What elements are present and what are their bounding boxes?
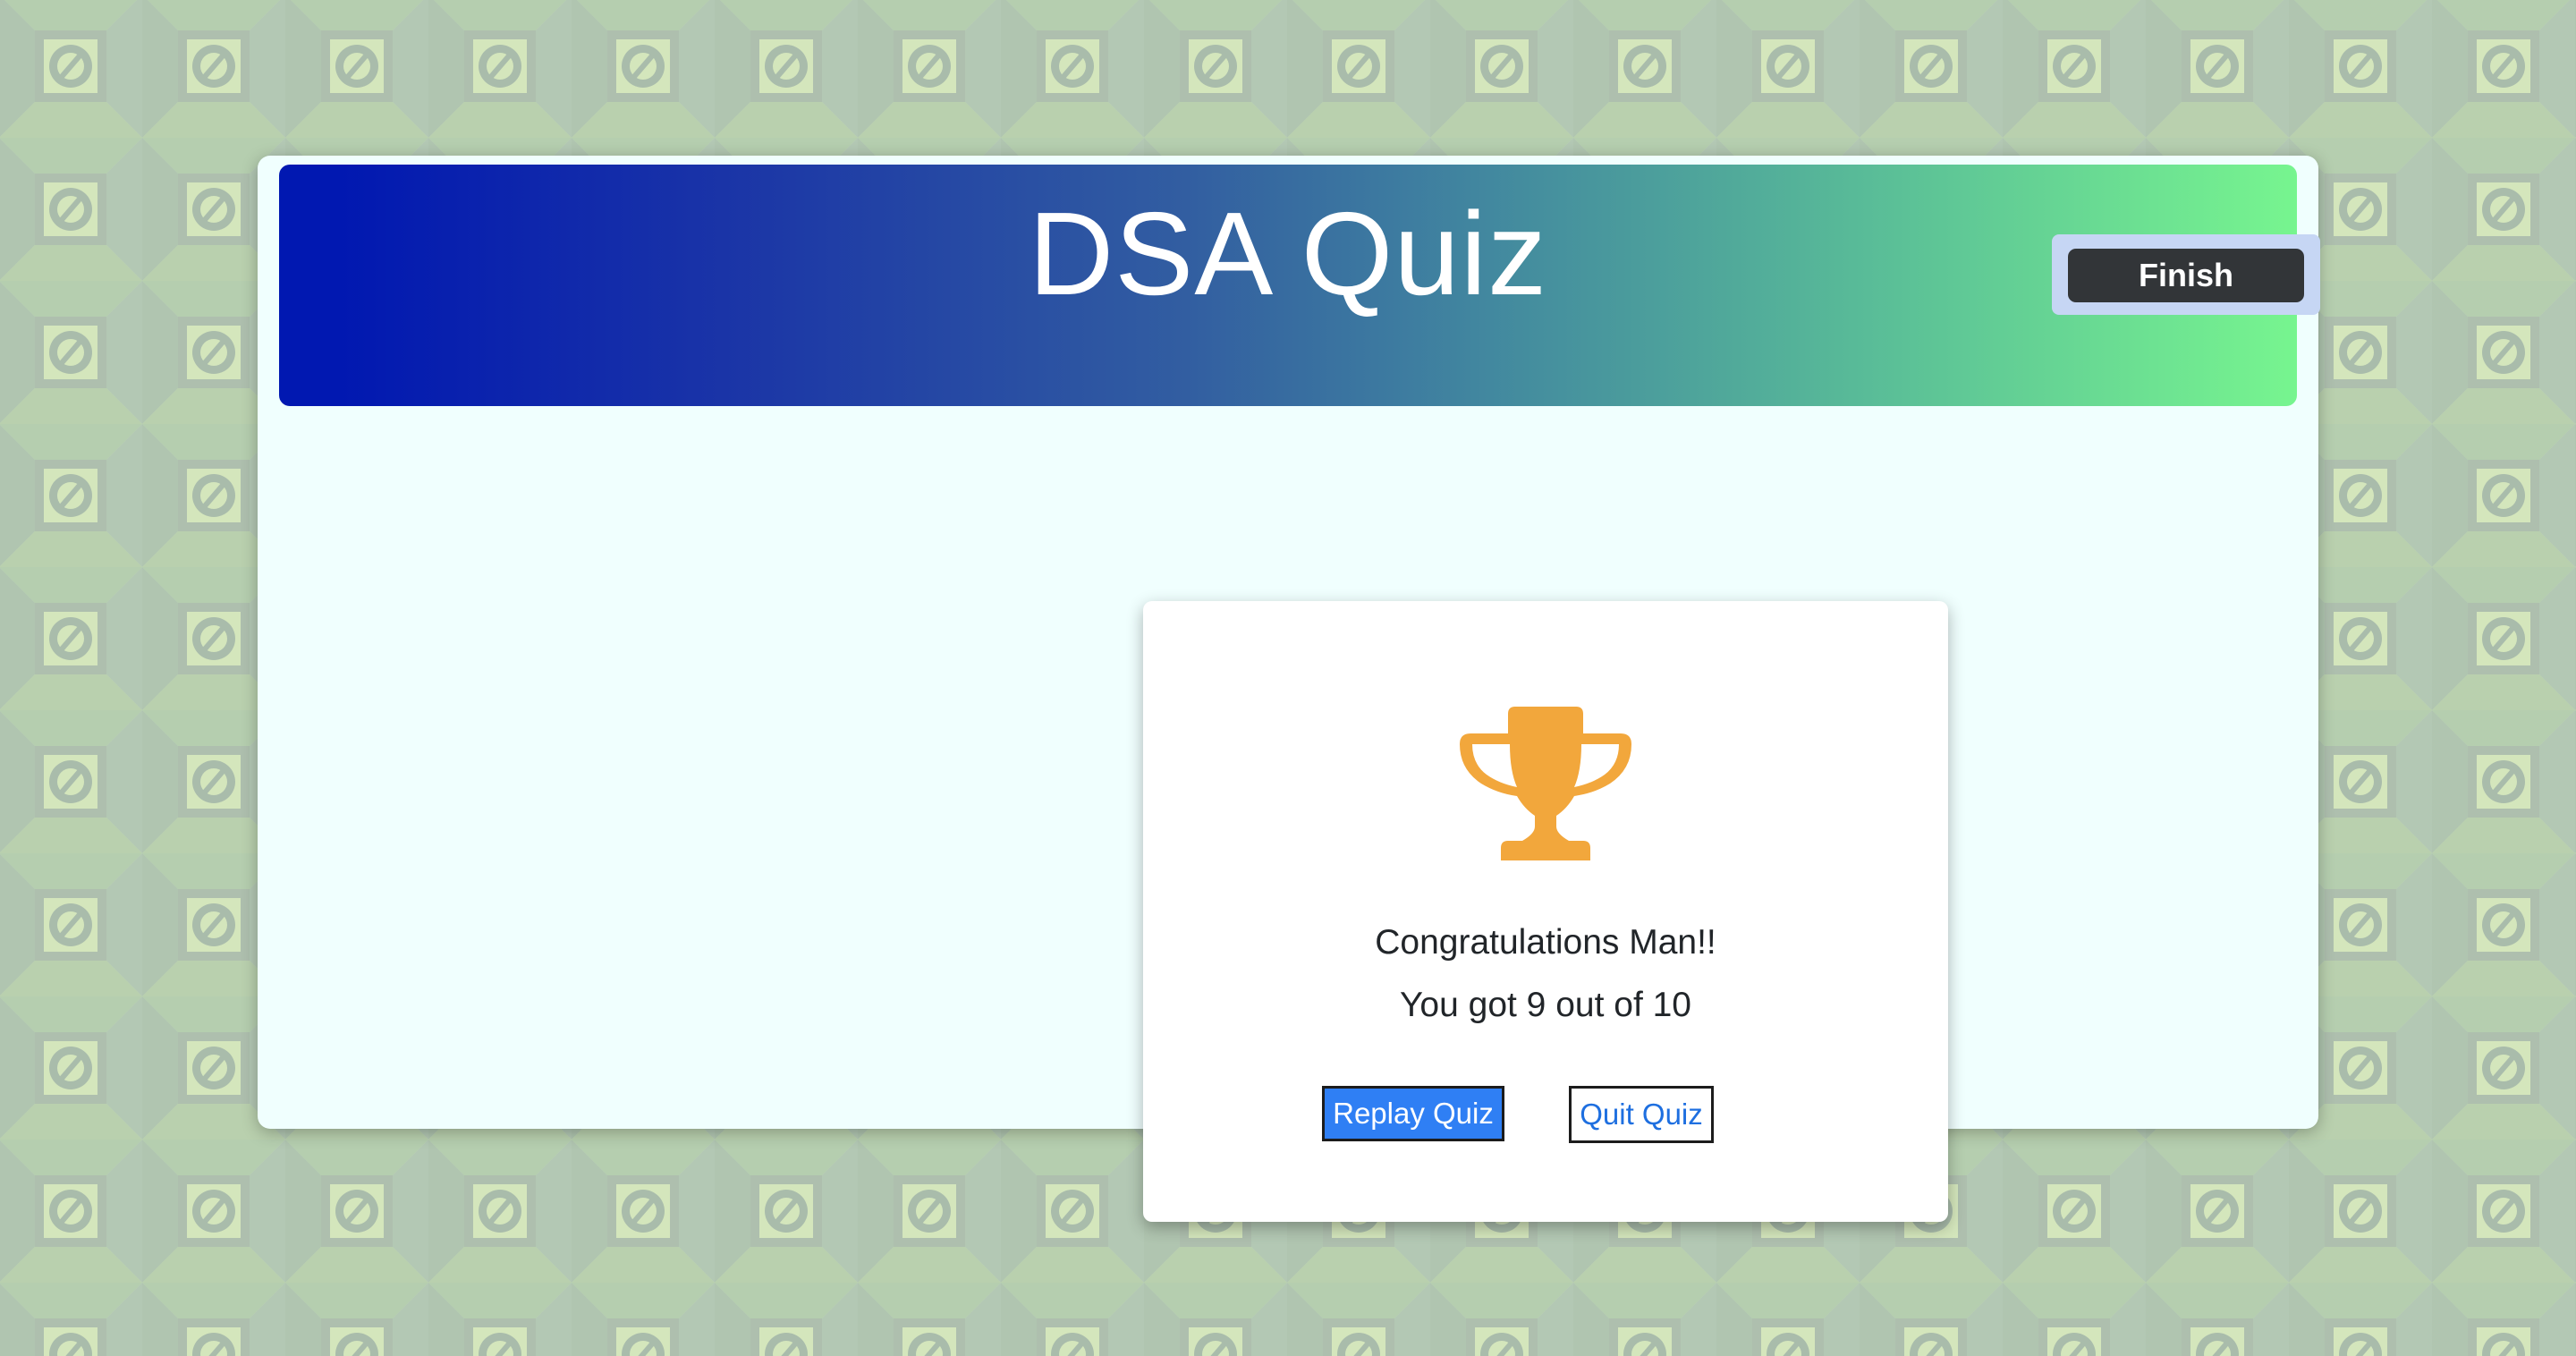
replay-quiz-button[interactable]: Replay Quiz [1322,1086,1504,1141]
quiz-header: DSA Quiz Finish [279,165,2320,406]
page-title: DSA Quiz [1028,188,1548,319]
score-message: You got 9 out of 10 [1399,986,1691,1024]
congrats-message: Congratulations Man!! [1375,923,1716,962]
result-card: Congratulations Man!! You got 9 out of 1… [1143,601,1948,1222]
finish-button[interactable]: Finish [2068,249,2304,302]
finish-button-frame: Finish [2052,234,2320,315]
quit-quiz-button[interactable]: Quit Quiz [1569,1086,1714,1143]
trophy-icon [1460,707,1631,860]
quiz-panel: DSA Quiz Finish Congratulations Man!! Yo… [258,156,2320,1222]
